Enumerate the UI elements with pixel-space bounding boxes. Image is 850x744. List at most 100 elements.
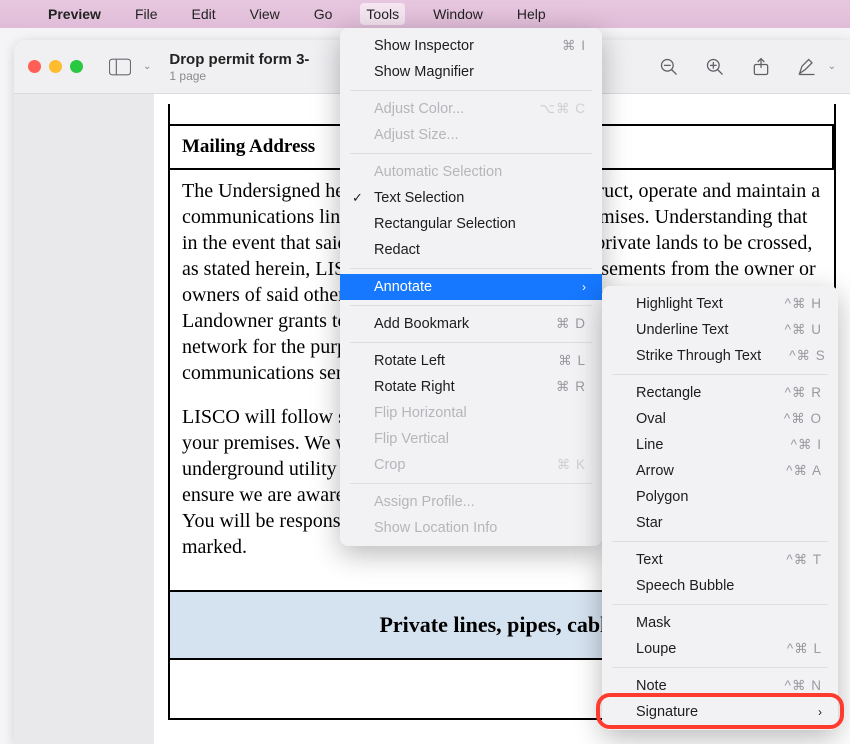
annotate-item-star[interactable]: Star xyxy=(602,510,838,536)
tools-item-flip-horizontal: Flip Horizontal xyxy=(340,400,602,426)
annotate-item-speech-bubble[interactable]: Speech Bubble xyxy=(602,573,838,599)
zoom-in-button[interactable] xyxy=(704,56,726,78)
menu-help[interactable]: Help xyxy=(511,3,552,25)
shortcut-label: ^⌘ S xyxy=(789,348,826,364)
menu-item-label: Strike Through Text xyxy=(636,348,761,364)
sidebar-toggle-button[interactable] xyxy=(103,53,137,81)
menu-separator xyxy=(350,268,592,269)
zoom-button[interactable] xyxy=(70,60,83,73)
tools-item-automatic-selection: Automatic Selection xyxy=(340,159,602,185)
menu-item-label: Adjust Size... xyxy=(374,127,459,143)
menu-item-label: Speech Bubble xyxy=(636,578,734,594)
menu-separator xyxy=(350,153,592,154)
annotate-item-highlight-text[interactable]: Highlight Text ^⌘ H xyxy=(602,291,838,317)
minimize-button[interactable] xyxy=(49,60,62,73)
shortcut-label: ^⌘ I xyxy=(791,437,822,453)
menu-item-label: Rotate Left xyxy=(374,353,445,369)
menu-separator xyxy=(612,667,828,668)
menubar: Preview File Edit View Go Tools Window H… xyxy=(0,0,850,28)
menu-separator xyxy=(612,541,828,542)
share-button[interactable] xyxy=(750,56,772,78)
menu-item-label: Note xyxy=(636,678,667,694)
shortcut-label: ^⌘ H xyxy=(785,296,822,312)
menu-item-label: Underline Text xyxy=(636,322,728,338)
close-button[interactable] xyxy=(28,60,41,73)
annotate-item-oval[interactable]: Oval ^⌘ O xyxy=(602,406,838,432)
annotate-item-polygon[interactable]: Polygon xyxy=(602,484,838,510)
menu-separator xyxy=(350,90,592,91)
annotate-item-note[interactable]: Note ^⌘ N xyxy=(602,673,838,699)
menu-tools[interactable]: Tools xyxy=(360,3,405,25)
menu-item-label: Signature xyxy=(636,704,698,720)
menu-item-label: Show Magnifier xyxy=(374,64,474,80)
shortcut-label: ⌘ R xyxy=(556,379,586,395)
chevron-down-icon[interactable]: ⌄ xyxy=(828,61,836,72)
menu-item-label: Text xyxy=(636,552,663,568)
menu-item-label: Show Inspector xyxy=(374,38,474,54)
menu-item-label: Redact xyxy=(374,242,420,258)
tools-item-assign-profile: Assign Profile... xyxy=(340,489,602,515)
annotate-submenu: Highlight Text ^⌘ H Underline Text ^⌘ U Stri… xyxy=(602,286,838,730)
chevron-down-icon[interactable]: ⌄ xyxy=(143,61,151,72)
shortcut-label: ^⌘ O xyxy=(784,411,822,427)
tools-item-adjust-size: Adjust Size... xyxy=(340,122,602,148)
shortcut-label: ^⌘ A xyxy=(786,463,822,479)
menu-window[interactable]: Window xyxy=(427,3,489,25)
menu-item-label: Crop xyxy=(374,457,405,473)
menu-item-label: Text Selection xyxy=(374,190,464,206)
tools-item-flip-vertical: Flip Vertical xyxy=(340,426,602,452)
tools-item-show-inspector[interactable]: Show Inspector⌘ I xyxy=(340,33,602,59)
shortcut-label: ^⌘ U xyxy=(785,322,822,338)
tools-item-rotate-left[interactable]: Rotate Left⌘ L xyxy=(340,348,602,374)
tools-item-show-magnifier[interactable]: Show Magnifier xyxy=(340,59,602,85)
menu-separator xyxy=(612,374,828,375)
menu-separator xyxy=(612,604,828,605)
menu-item-label: Highlight Text xyxy=(636,296,723,312)
window-controls xyxy=(28,60,83,73)
menu-item-label: Loupe xyxy=(636,641,676,657)
tools-item-rotate-right[interactable]: Rotate Right⌘ R xyxy=(340,374,602,400)
shortcut-label: ^⌘ T xyxy=(786,552,822,568)
menu-file[interactable]: File xyxy=(129,3,164,25)
shortcut-label: ^⌘ R xyxy=(785,385,822,401)
menu-edit[interactable]: Edit xyxy=(186,3,222,25)
menu-item-label: Rectangle xyxy=(636,385,701,401)
tools-item-annotate[interactable]: Annotate› xyxy=(340,274,602,300)
annotate-item-line[interactable]: Line^⌘ I xyxy=(602,432,838,458)
tools-dropdown: Show Inspector⌘ IShow MagnifierAdjust Co… xyxy=(340,28,602,546)
annotate-item-loupe[interactable]: Loupe ^⌘ L xyxy=(602,636,838,662)
tools-item-redact[interactable]: Redact xyxy=(340,237,602,263)
app-menu[interactable]: Preview xyxy=(42,3,107,25)
markup-button[interactable] xyxy=(796,56,818,78)
menu-item-label: Flip Horizontal xyxy=(374,405,467,421)
annotate-item-mask[interactable]: Mask xyxy=(602,610,838,636)
annotate-item-signature[interactable]: Signature› xyxy=(602,699,838,725)
annotate-item-arrow[interactable]: Arrow^⌘ A xyxy=(602,458,838,484)
shortcut-label: ^⌘ L xyxy=(787,641,822,657)
shortcut-label: ^⌘ N xyxy=(785,678,822,694)
menu-item-label: Oval xyxy=(636,411,666,427)
menu-view[interactable]: View xyxy=(244,3,286,25)
menu-go[interactable]: Go xyxy=(308,3,339,25)
document-title: Drop permit form 3- xyxy=(169,51,309,68)
tools-item-rectangular-selection[interactable]: Rectangular Selection xyxy=(340,211,602,237)
menu-separator xyxy=(350,342,592,343)
shortcut-label: ⌘ D xyxy=(556,316,586,332)
menu-item-label: Rectangular Selection xyxy=(374,216,516,232)
menu-item-label: Automatic Selection xyxy=(374,164,502,180)
menu-separator xyxy=(350,305,592,306)
shortcut-label: ⌥⌘ C xyxy=(539,101,586,117)
menu-item-label: Polygon xyxy=(636,489,688,505)
annotate-item-rectangle[interactable]: Rectangle ^⌘ R xyxy=(602,380,838,406)
menu-item-label: Flip Vertical xyxy=(374,431,449,447)
annotate-item-underline-text[interactable]: Underline Text ^⌘ U xyxy=(602,317,838,343)
tools-item-show-location-info: Show Location Info xyxy=(340,515,602,541)
tools-item-add-bookmark[interactable]: Add Bookmark ⌘ D xyxy=(340,311,602,337)
menu-item-label: Mask xyxy=(636,615,671,631)
menu-item-label: Add Bookmark xyxy=(374,316,469,332)
tools-item-text-selection[interactable]: Text Selection xyxy=(340,185,602,211)
annotate-item-text[interactable]: Text ^⌘ T xyxy=(602,547,838,573)
annotate-item-strike-through-text[interactable]: Strike Through Text ^⌘ S xyxy=(602,343,838,369)
menu-separator xyxy=(350,483,592,484)
zoom-out-button[interactable] xyxy=(658,56,680,78)
